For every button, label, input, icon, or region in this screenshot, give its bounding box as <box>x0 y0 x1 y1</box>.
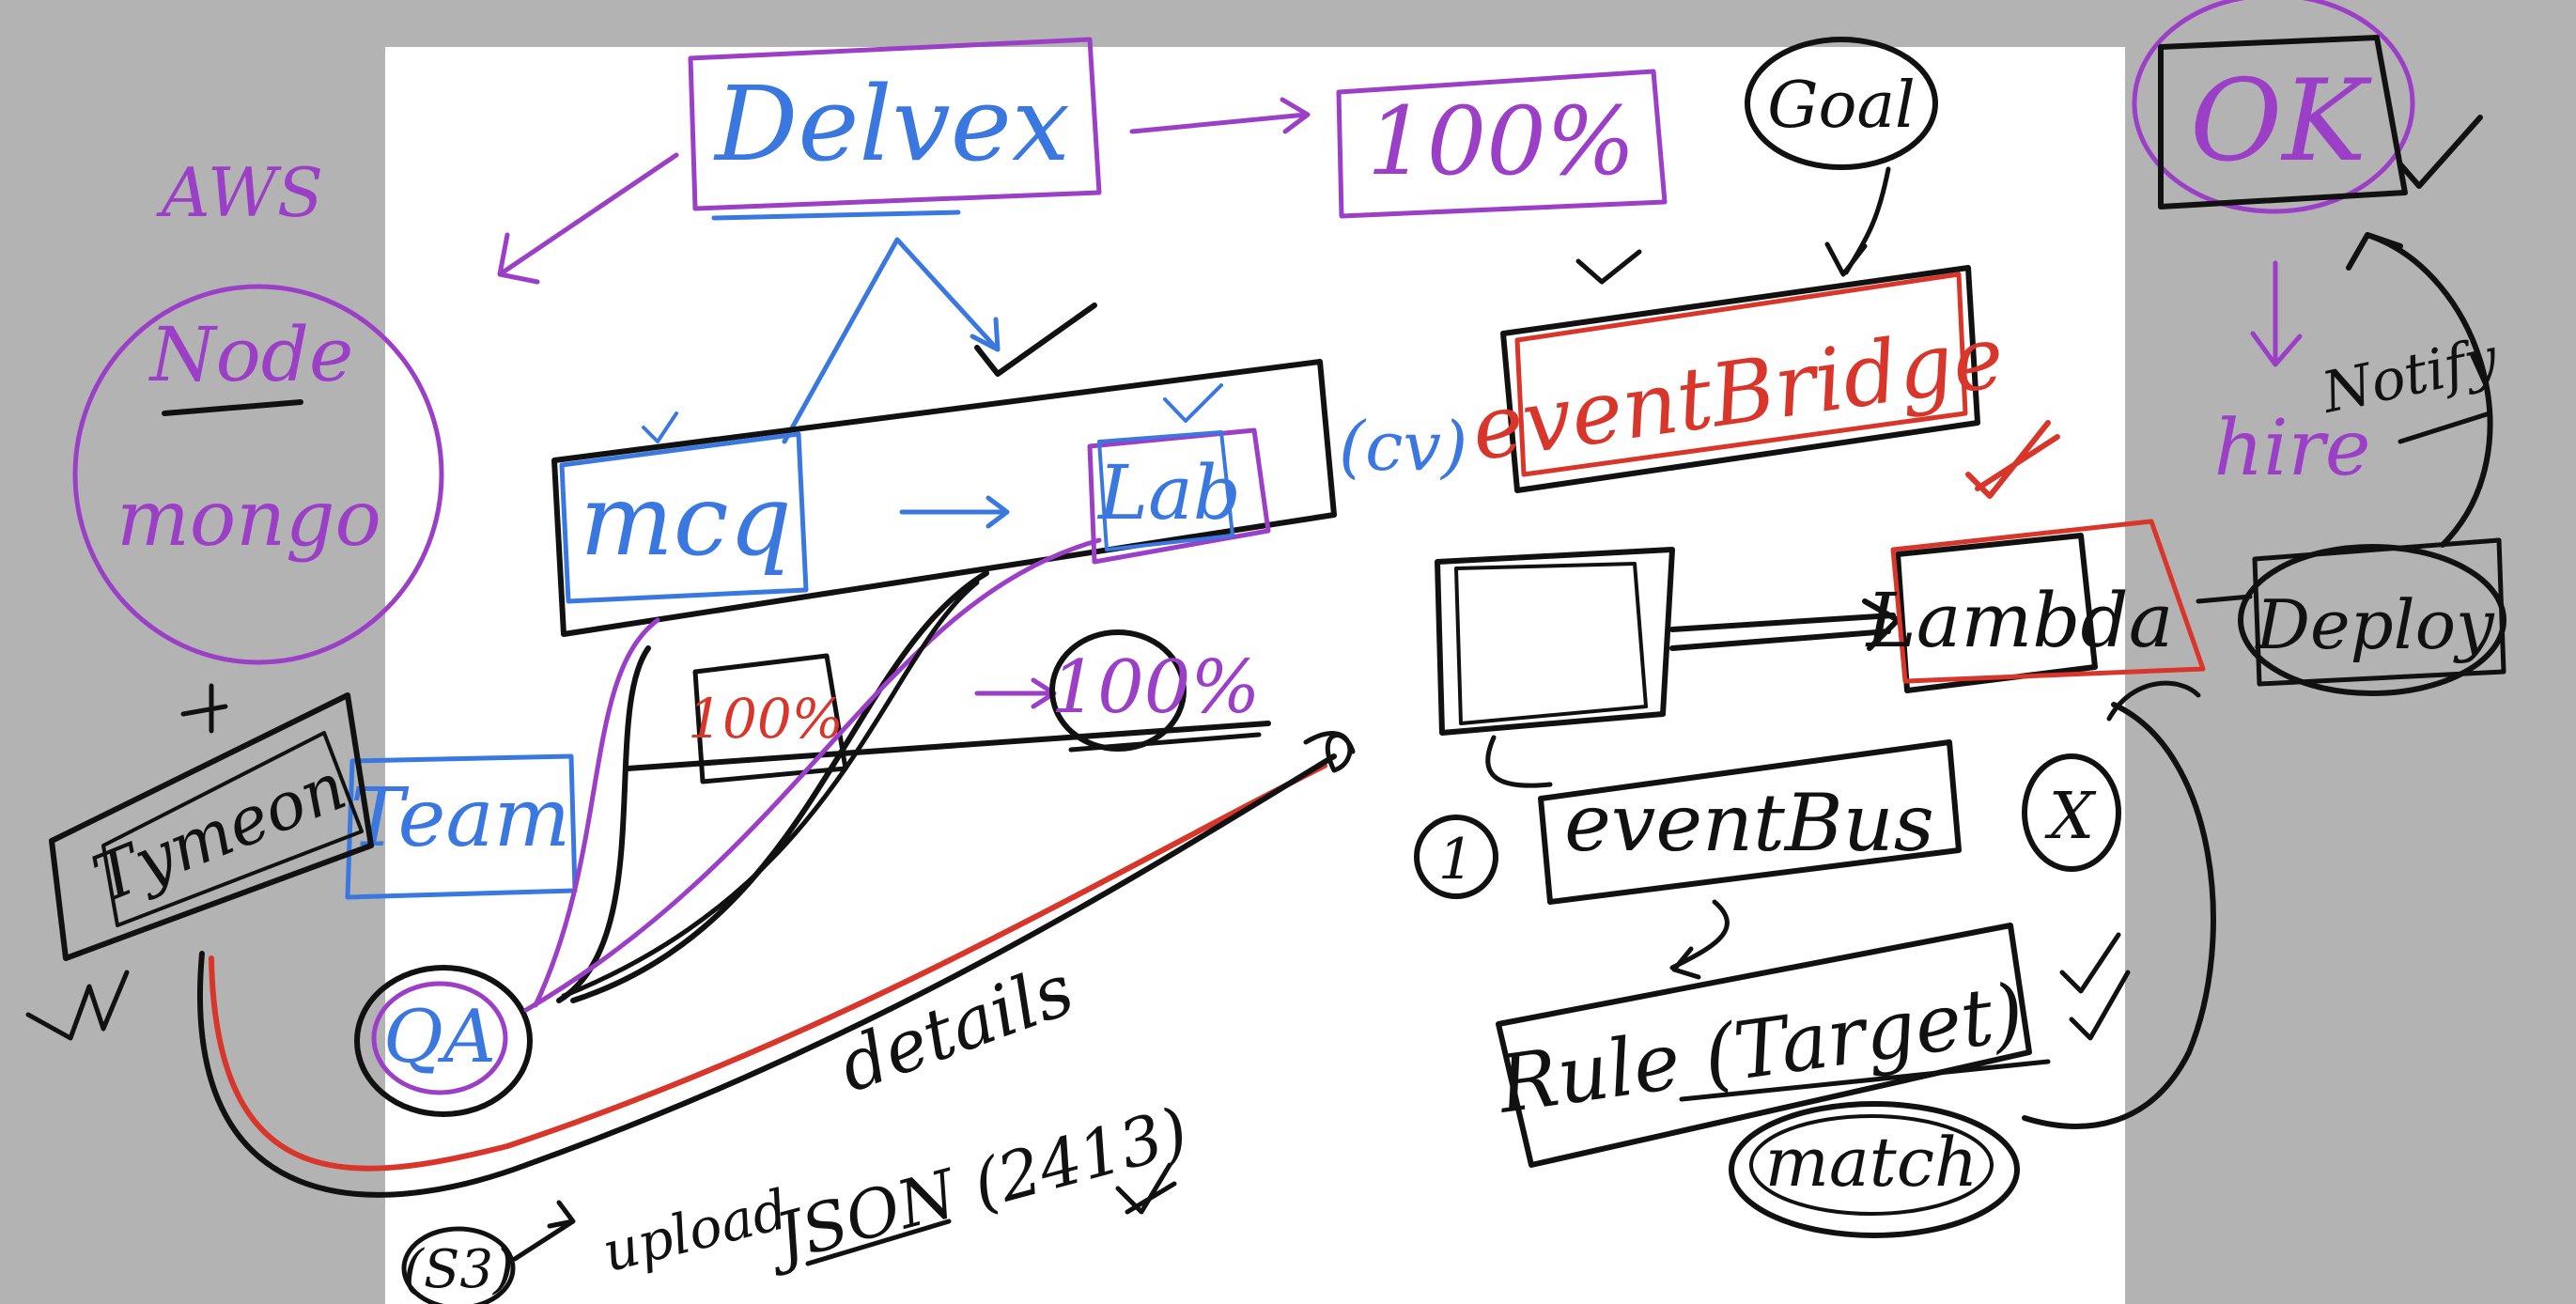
cv-label: (cv) <box>1339 407 1467 486</box>
ok-label: OK <box>2190 56 2372 187</box>
lambda-label: Lambda <box>1865 577 2174 664</box>
delvex-label: Delvex <box>713 64 1070 184</box>
match-label: match <box>1765 1123 1979 1202</box>
node-label: Node <box>148 311 354 398</box>
deploy-label: Deploy <box>2254 585 2495 664</box>
whiteboard-stage: Delvex 100% AWS Node mongo mcq Lab (cv) … <box>0 0 2576 1304</box>
event-bus-label: eventBus <box>1564 777 1934 869</box>
x-label: X <box>2044 780 2097 854</box>
pct-top-label: 100% <box>1367 86 1636 196</box>
pct-mid-label: 100% <box>1051 645 1261 730</box>
scribble-left <box>25 970 130 1041</box>
qa-label: QA <box>383 995 496 1079</box>
notify-stroke <box>2398 411 2492 444</box>
pct-small-label: 100% <box>688 687 844 751</box>
lab-label: Lab <box>1096 449 1241 536</box>
node-underline <box>162 399 303 416</box>
team-label: Team <box>350 771 570 865</box>
mcq-label: mcq <box>580 463 792 578</box>
ok-check <box>2398 115 2483 189</box>
whiteboard-canvas: Delvex 100% AWS Node mongo mcq Lab (cv) … <box>25 0 2506 1304</box>
mongo-label: mongo <box>116 474 381 564</box>
aws-label: AWS <box>156 153 323 232</box>
s3-label: (S3) <box>403 1239 514 1300</box>
ok-down-arrow <box>2250 260 2303 367</box>
one-label: 1 <box>1438 827 1474 893</box>
goal-label: Goal <box>1767 69 1916 143</box>
tymeon-down-arrow <box>180 683 228 734</box>
tymeon-label: Tymeon <box>83 748 357 918</box>
